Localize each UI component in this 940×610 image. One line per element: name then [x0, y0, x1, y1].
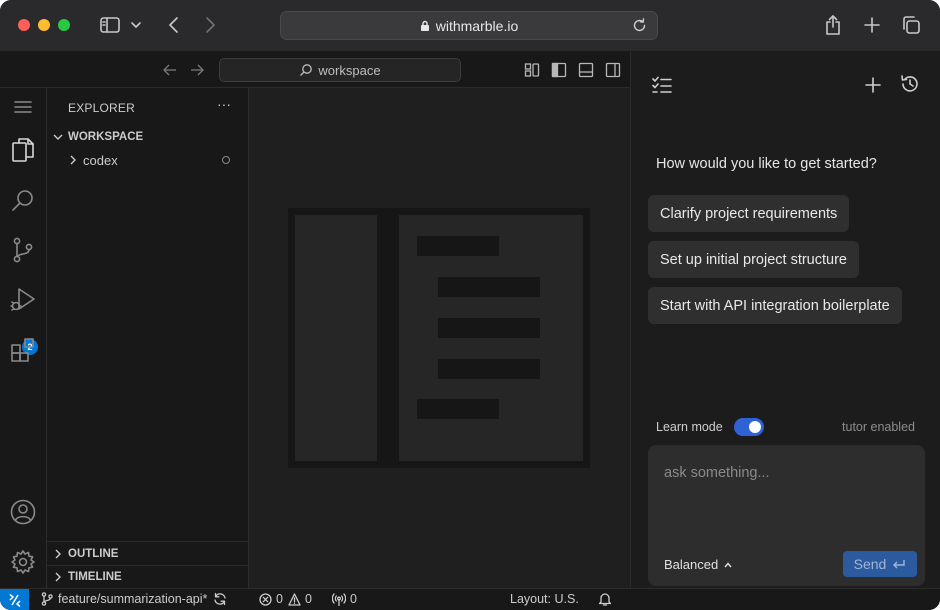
customize-layout-icon[interactable]	[524, 62, 540, 78]
sidebar-title: EXPLORER	[68, 101, 135, 115]
chevron-up-icon	[724, 561, 732, 567]
chevron-down-icon[interactable]	[128, 14, 144, 36]
error-icon	[259, 592, 272, 606]
close-window-button[interactable]	[18, 19, 30, 31]
editor-titlebar: workspace	[0, 52, 630, 88]
chevron-down-icon	[47, 133, 68, 141]
workspace-section-label: WORKSPACE	[68, 131, 144, 143]
warning-icon	[288, 592, 301, 606]
history-icon[interactable]	[899, 73, 921, 95]
new-tab-plus-icon[interactable]	[861, 14, 883, 36]
editor-area	[249, 88, 629, 588]
tree-item-codex[interactable]: codex	[47, 149, 248, 171]
command-center-label: workspace	[318, 62, 381, 78]
send-button[interactable]: Send	[843, 551, 917, 577]
zoom-window-button[interactable]	[58, 19, 70, 31]
enter-key-icon	[893, 560, 906, 569]
toggle-panel-icon[interactable]	[578, 62, 594, 78]
share-icon[interactable]	[822, 14, 844, 36]
run-debug-icon[interactable]	[9, 286, 37, 314]
mode-selector[interactable]: Balanced	[664, 557, 732, 572]
branch-name: feature/summarization-api*	[58, 592, 208, 606]
editor-watermark-logo	[288, 208, 590, 468]
suggestion-api-boilerplate[interactable]: Start with API integration boilerplate	[648, 287, 902, 324]
learn-mode-toggle[interactable]	[734, 418, 764, 436]
explorer-sidebar: EXPLORER ··· WORKSPACE codex OUTLINE TIM…	[47, 88, 249, 588]
minimize-window-button[interactable]	[38, 19, 50, 31]
sync-icon	[214, 592, 227, 606]
back-arrow-icon[interactable]	[164, 14, 184, 36]
suggestion-clarify-requirements[interactable]: Clarify project requirements	[648, 195, 850, 232]
ports-count: 0	[350, 592, 357, 606]
tree-item-label: codex	[83, 152, 118, 168]
task-list-icon[interactable]	[651, 74, 673, 96]
nav-back-icon[interactable]	[162, 62, 178, 78]
search-icon[interactable]	[9, 186, 37, 214]
settings-gear-icon[interactable]	[9, 548, 37, 576]
toggle-primary-sidebar-icon[interactable]	[551, 62, 567, 78]
account-icon[interactable]	[9, 498, 37, 526]
more-actions-button[interactable]: ···	[217, 96, 231, 112]
error-count: 0	[276, 592, 283, 606]
lock-icon	[420, 20, 430, 32]
problems-status[interactable]: 0 0	[259, 592, 312, 606]
keyboard-layout-status[interactable]: Layout: U.S.	[510, 592, 579, 606]
chevron-right-icon	[47, 155, 81, 165]
warning-count: 0	[304, 592, 312, 606]
address-bar[interactable]: withmarble.io	[280, 11, 658, 40]
search-icon	[300, 64, 313, 76]
chat-input-box[interactable]: ask something... Balanced Send	[648, 445, 925, 586]
workspace-section-header[interactable]: WORKSPACE	[47, 126, 248, 148]
tutor-status: tutor enabled	[842, 420, 915, 434]
browser-window: withmarble.io workspace 2 EXPLORER ··· W…	[0, 0, 940, 610]
extensions-icon[interactable]	[9, 336, 37, 364]
mode-label: Balanced	[664, 557, 719, 572]
remote-indicator-icon[interactable]	[0, 589, 29, 610]
tab-overview-icon[interactable]	[900, 14, 922, 36]
reload-icon[interactable]	[632, 18, 647, 36]
new-chat-plus-icon[interactable]	[862, 74, 884, 96]
sidebar-toggle-icon[interactable]	[98, 14, 122, 36]
command-center-search[interactable]: workspace	[219, 58, 461, 82]
activity-bar: 2	[0, 88, 47, 588]
git-branch-icon	[41, 592, 53, 606]
notifications-bell-icon[interactable]	[598, 592, 612, 606]
assistant-chat-panel: How would you like to get started? Clari…	[630, 52, 940, 588]
outline-section-header[interactable]: OUTLINE	[47, 543, 248, 565]
explorer-icon[interactable]	[9, 136, 37, 164]
browser-toolbar: withmarble.io	[0, 0, 940, 52]
broadcast-icon	[332, 592, 346, 606]
menu-icon[interactable]	[9, 93, 37, 121]
section-divider	[47, 541, 248, 542]
timeline-section-header[interactable]: TIMELINE	[47, 566, 248, 588]
chat-prompt: How would you like to get started?	[656, 156, 877, 172]
toggle-secondary-sidebar-icon[interactable]	[605, 62, 621, 78]
toggle-knob	[749, 421, 761, 433]
suggestion-setup-structure[interactable]: Set up initial project structure	[648, 241, 859, 278]
learn-mode-label: Learn mode	[656, 420, 723, 434]
status-bar: feature/summarization-api* 0 0 0 Layout:…	[0, 588, 940, 610]
ports-status[interactable]: 0	[332, 592, 357, 606]
status-dot-icon	[222, 156, 230, 164]
source-control-icon[interactable]	[9, 236, 37, 264]
outline-section-label: OUTLINE	[68, 548, 119, 560]
url-text: withmarble.io	[435, 17, 519, 34]
branch-status[interactable]: feature/summarization-api*	[41, 592, 227, 606]
nav-forward-icon[interactable]	[189, 62, 205, 78]
chat-input-placeholder[interactable]: ask something...	[664, 465, 770, 481]
chevron-right-icon	[47, 572, 68, 582]
chevron-right-icon	[47, 549, 68, 559]
forward-arrow-icon[interactable]	[200, 14, 220, 36]
timeline-section-label: TIMELINE	[68, 571, 122, 583]
send-label: Send	[853, 556, 887, 572]
